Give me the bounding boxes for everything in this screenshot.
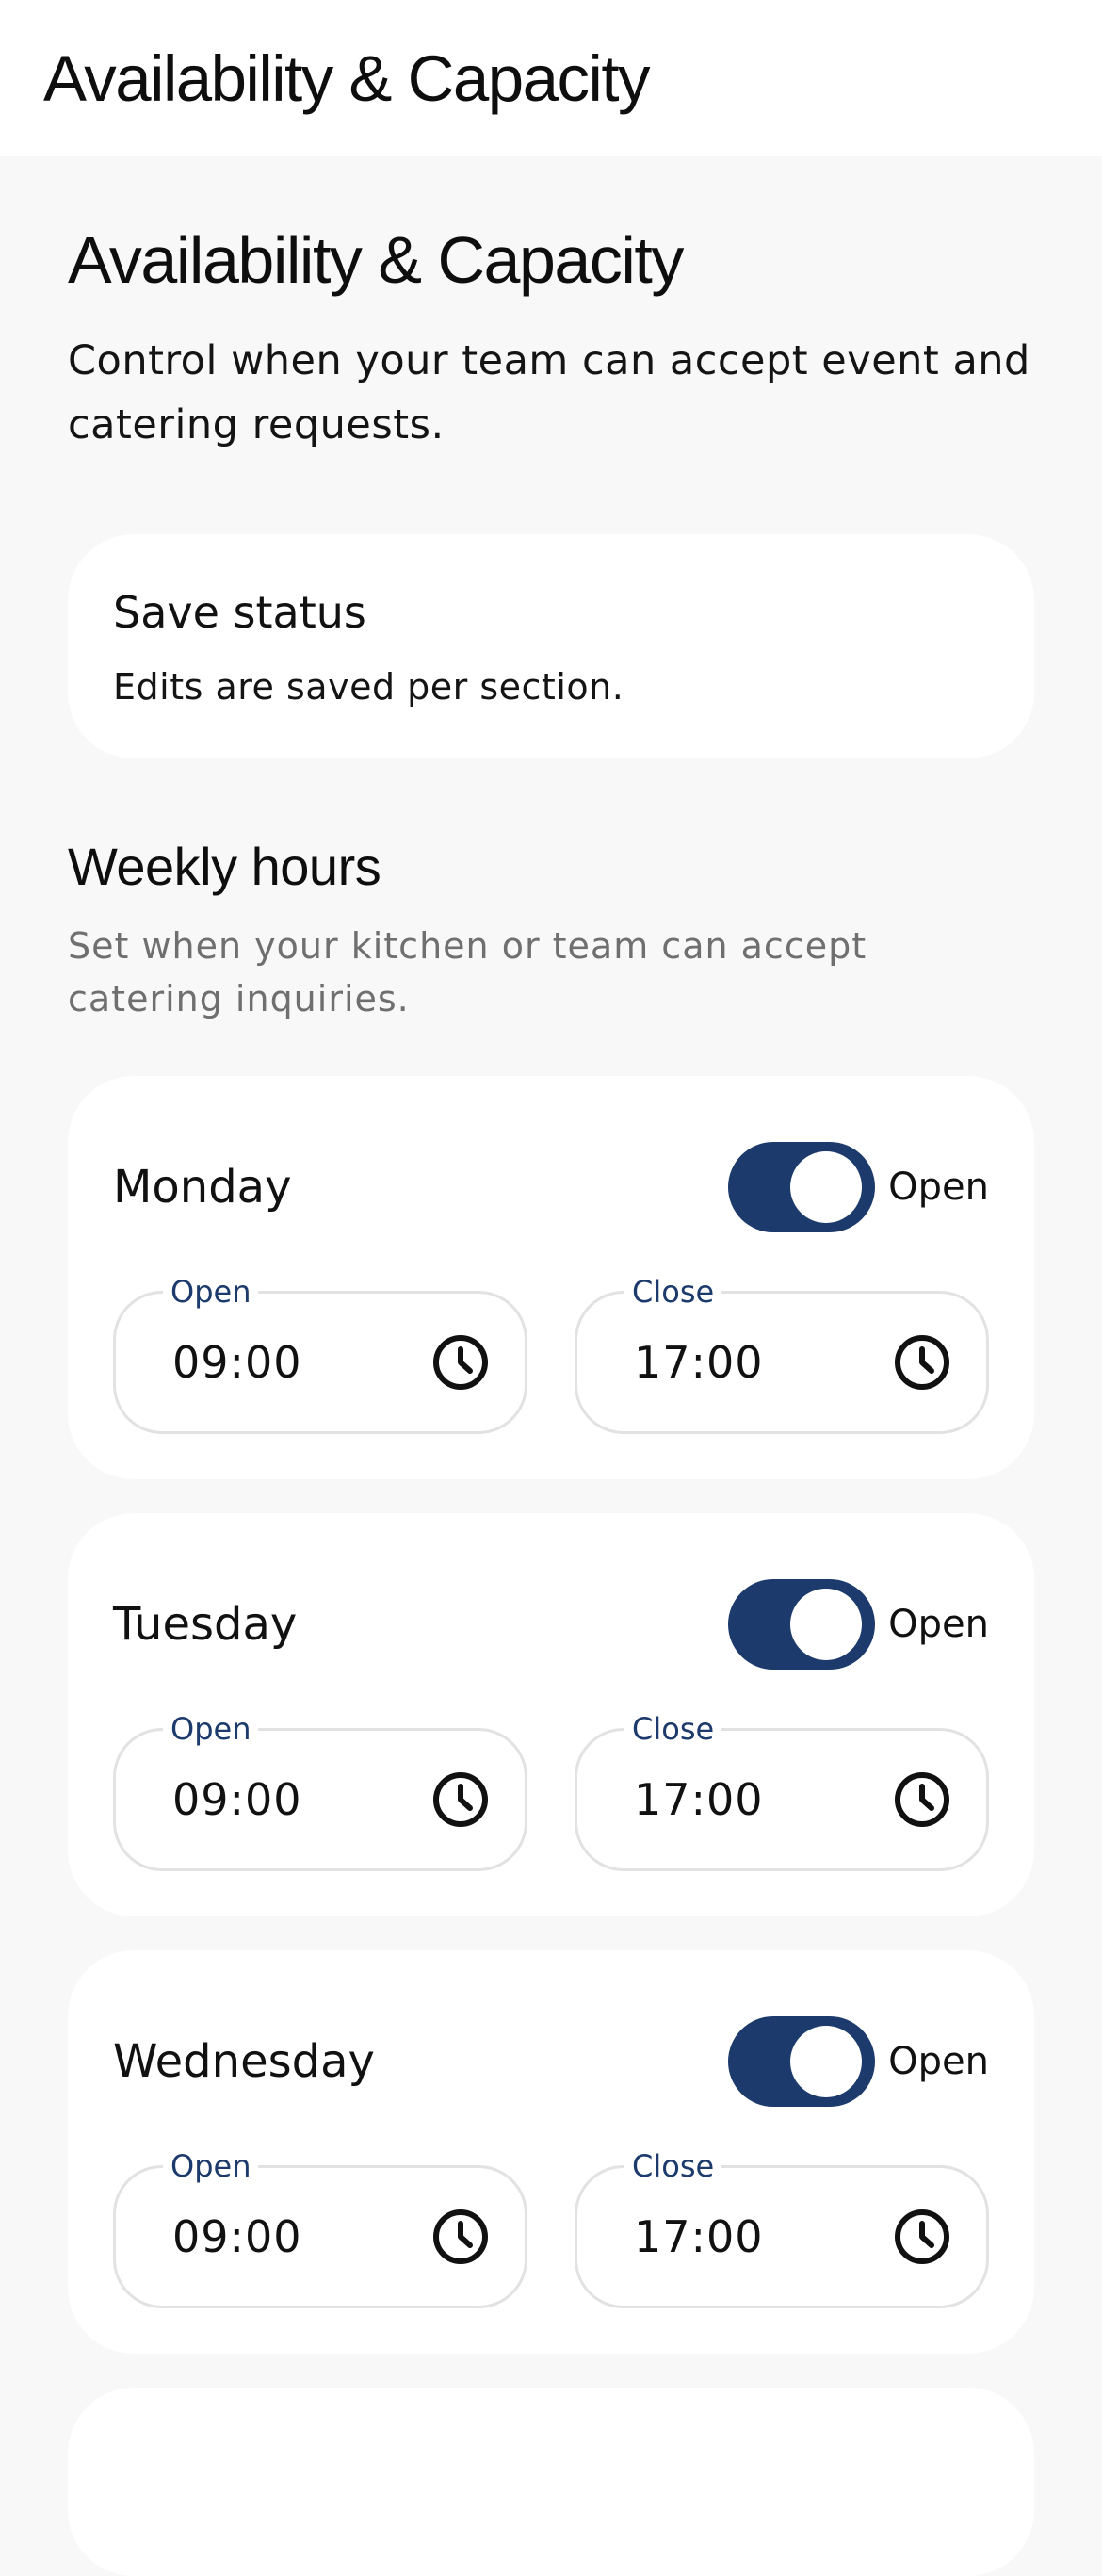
day-header: Wednesday Open bbox=[113, 2016, 989, 2107]
close-time-label: Close bbox=[624, 2145, 722, 2187]
top-app-bar: Availability & Capacity bbox=[0, 0, 1102, 156]
clock-icon[interactable] bbox=[430, 1332, 491, 1393]
clock-icon[interactable] bbox=[430, 1769, 491, 1830]
save-status-card: Save status Edits are saved per section. bbox=[68, 534, 1034, 758]
day-card-monday: Monday Open Open 09:00 Close 17:00 bbox=[68, 1076, 1034, 1479]
open-time-label: Open bbox=[163, 1271, 259, 1312]
day-open-toggle-group: Open bbox=[728, 1579, 989, 1670]
toggle-knob bbox=[790, 1589, 863, 1660]
day-open-toggle[interactable] bbox=[728, 1579, 876, 1670]
day-card-next-partial bbox=[68, 2388, 1034, 2576]
close-time-field[interactable]: Close 17:00 bbox=[575, 1271, 989, 1434]
toggle-knob bbox=[790, 2026, 863, 2097]
open-time-field[interactable]: Open 09:00 bbox=[113, 2145, 527, 2308]
open-time-label: Open bbox=[163, 2145, 259, 2187]
time-fields: Open 09:00 Close 17:00 bbox=[113, 1271, 989, 1434]
app-bar-title: Availability & Capacity bbox=[43, 41, 651, 115]
close-time-field[interactable]: Close 17:00 bbox=[575, 1708, 989, 1871]
clock-icon[interactable] bbox=[430, 2207, 491, 2267]
day-status-label: Open bbox=[888, 1166, 989, 1209]
weekly-hours-description: Set when your kitchen or team can accept… bbox=[68, 925, 867, 1019]
day-open-toggle[interactable] bbox=[728, 2016, 876, 2107]
day-header: Tuesday Open bbox=[113, 1579, 989, 1670]
day-open-toggle-group: Open bbox=[728, 2016, 989, 2107]
day-card-tuesday: Tuesday Open Open 09:00 Close 17:00 bbox=[68, 1513, 1034, 1916]
close-time-label: Close bbox=[624, 1708, 722, 1750]
day-card-wednesday: Wednesday Open Open 09:00 Close 17:00 bbox=[68, 1950, 1034, 2354]
day-open-toggle[interactable] bbox=[728, 1142, 876, 1232]
close-time-value: 17:00 bbox=[634, 1337, 764, 1388]
open-time-value: 09:00 bbox=[172, 2211, 302, 2262]
page-title: Availability & Capacity bbox=[68, 223, 684, 297]
open-time-value: 09:00 bbox=[172, 1774, 302, 1825]
time-fields: Open 09:00 Close 17:00 bbox=[113, 2145, 989, 2308]
clock-icon[interactable] bbox=[892, 2207, 952, 2267]
save-status-text: Edits are saved per section. bbox=[113, 666, 624, 708]
day-open-toggle-group: Open bbox=[728, 1142, 989, 1232]
clock-icon[interactable] bbox=[892, 1332, 952, 1393]
day-name: Tuesday bbox=[113, 1598, 298, 1651]
toggle-knob bbox=[790, 1151, 863, 1223]
clock-icon[interactable] bbox=[892, 1769, 952, 1830]
close-time-value: 17:00 bbox=[634, 1774, 764, 1825]
time-fields: Open 09:00 Close 17:00 bbox=[113, 1708, 989, 1871]
day-name: Wednesday bbox=[113, 2035, 375, 2088]
open-time-field[interactable]: Open 09:00 bbox=[113, 1708, 527, 1871]
main-content: Availability & Capacity Control when you… bbox=[0, 224, 1102, 2576]
page-description: Control when your team can accept event … bbox=[68, 337, 1030, 448]
day-status-label: Open bbox=[888, 1603, 989, 1646]
day-status-label: Open bbox=[888, 2040, 989, 2083]
close-time-field[interactable]: Close 17:00 bbox=[575, 2145, 989, 2308]
open-time-field[interactable]: Open 09:00 bbox=[113, 1271, 527, 1434]
close-time-value: 17:00 bbox=[634, 2211, 764, 2262]
open-time-label: Open bbox=[163, 1708, 259, 1750]
open-time-value: 09:00 bbox=[172, 1337, 302, 1388]
day-header: Monday Open bbox=[113, 1142, 989, 1232]
weekly-hours-list: Monday Open Open 09:00 Close 17:00 Tuesd… bbox=[68, 1076, 1034, 2576]
close-time-label: Close bbox=[624, 1271, 722, 1312]
day-name: Monday bbox=[113, 1161, 292, 1214]
save-status-title: Save status bbox=[113, 587, 366, 638]
weekly-hours-title: Weekly hours bbox=[68, 837, 381, 896]
